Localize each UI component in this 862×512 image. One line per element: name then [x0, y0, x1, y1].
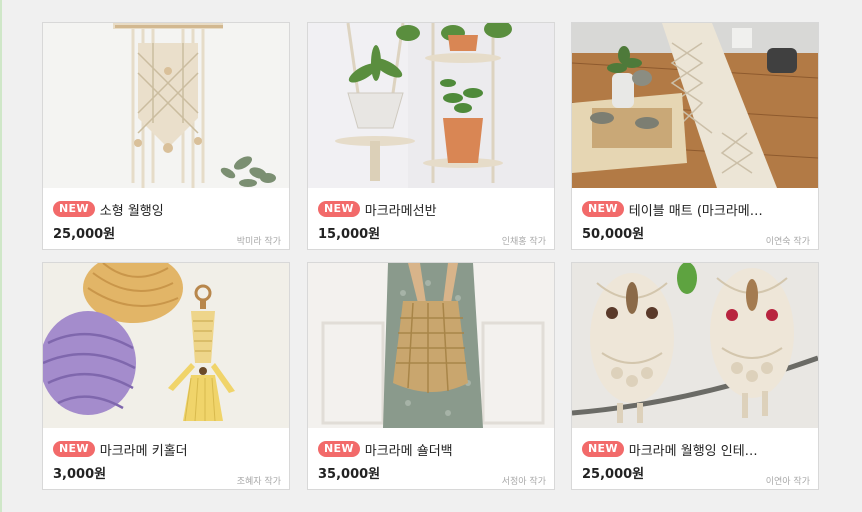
product-title[interactable]: 테이블 매트 (마크라메… — [629, 200, 763, 219]
product-info: NEW 마크라메 숄더백 35,000원 서정아 작가 — [308, 428, 554, 489]
product-title[interactable]: 마크라메 숄더백 — [365, 440, 453, 459]
product-card[interactable]: NEW 마크라메선반 15,000원 인채홍 작가 — [307, 22, 555, 250]
product-info: NEW 소형 월행잉 25,000원 박미라 작가 — [43, 188, 289, 249]
product-card[interactable]: NEW 소형 월행잉 25,000원 박미라 작가 — [42, 22, 290, 250]
product-artist[interactable]: 인채홍 작가 — [502, 234, 546, 247]
new-badge: NEW — [318, 441, 360, 457]
product-info: NEW 테이블 매트 (마크라메… 50,000원 이연숙 작가 — [572, 188, 818, 249]
product-artist[interactable]: 서정아 작가 — [502, 474, 546, 487]
product-image[interactable] — [572, 23, 818, 188]
product-price: 35,000원 — [318, 467, 381, 482]
new-badge: NEW — [318, 201, 360, 217]
product-artist[interactable]: 이연아 작가 — [766, 474, 810, 487]
product-image[interactable] — [308, 23, 554, 188]
product-grid-page: NEW 소형 월행잉 25,000원 박미라 작가 NEW 마크라메선반 15,… — [0, 0, 862, 512]
product-card[interactable]: NEW 마크라메 키홀더 3,000원 조혜자 작가 — [42, 262, 290, 490]
product-artist[interactable]: 조혜자 작가 — [237, 474, 281, 487]
product-image[interactable] — [43, 263, 289, 428]
product-title[interactable]: 마크라메 월행잉 인테… — [629, 440, 758, 459]
product-info: NEW 마크라메선반 15,000원 인채홍 작가 — [308, 188, 554, 249]
left-edge-line — [0, 0, 2, 512]
product-artist[interactable]: 박미라 작가 — [237, 234, 281, 247]
product-price: 15,000원 — [318, 227, 381, 242]
product-price: 3,000원 — [53, 467, 107, 482]
product-price: 25,000원 — [53, 227, 116, 242]
product-card[interactable]: NEW 마크라메 월행잉 인테… 25,000원 이연아 작가 — [571, 262, 819, 490]
product-info: NEW 마크라메 월행잉 인테… 25,000원 이연아 작가 — [572, 428, 818, 489]
new-badge: NEW — [582, 441, 624, 457]
new-badge: NEW — [582, 201, 624, 217]
new-badge: NEW — [53, 201, 95, 217]
product-card[interactable]: NEW 테이블 매트 (마크라메… 50,000원 이연숙 작가 — [571, 22, 819, 250]
product-price: 25,000원 — [582, 467, 645, 482]
product-title[interactable]: 마크라메 키홀더 — [100, 440, 188, 459]
product-artist[interactable]: 이연숙 작가 — [766, 234, 810, 247]
product-card[interactable]: NEW 마크라메 숄더백 35,000원 서정아 작가 — [307, 262, 555, 490]
product-price: 50,000원 — [582, 227, 645, 242]
product-title[interactable]: 마크라메선반 — [365, 200, 437, 219]
product-info: NEW 마크라메 키홀더 3,000원 조혜자 작가 — [43, 428, 289, 489]
product-image[interactable] — [572, 263, 818, 428]
new-badge: NEW — [53, 441, 95, 457]
product-image[interactable] — [43, 23, 289, 188]
product-image[interactable] — [308, 263, 554, 428]
product-title[interactable]: 소형 월행잉 — [100, 200, 164, 219]
